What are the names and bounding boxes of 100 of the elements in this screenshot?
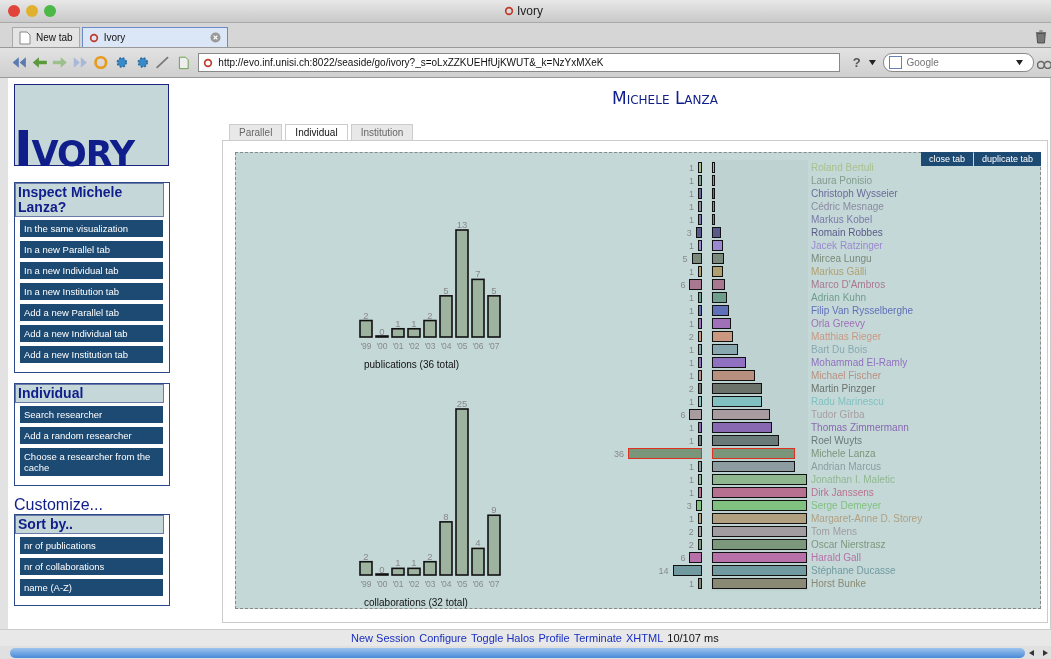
collaborator-name[interactable]: Orla Greevy <box>811 318 865 329</box>
menu-link[interactable]: In a new Parallel tab <box>19 240 164 259</box>
help-button[interactable]: ? <box>848 55 865 70</box>
year-label: '00 <box>376 579 388 589</box>
tab-action-button[interactable]: close tab <box>920 152 973 166</box>
customize-heading: Customize... <box>14 496 104 514</box>
chart-bar <box>471 547 485 576</box>
collaboration-count: 1 <box>689 188 694 199</box>
search-field[interactable]: Google <box>883 53 1035 72</box>
view-tab[interactable]: Parallel <box>229 124 283 140</box>
year-label: '03 <box>424 341 436 351</box>
chart-caption: publications (36 total) <box>363 359 461 370</box>
address-field[interactable]: http://evo.inf.unisi.ch:8022/seaside/go/ivory?_s=oLxZZKUEHfUjKWUT&_k=NzYxMXeK <box>198 53 840 72</box>
collaborator-name[interactable]: Michele Lanza <box>811 448 876 459</box>
year-label: '05 <box>456 579 468 589</box>
render-time: 10/107 ms <box>667 632 719 644</box>
browser-tab[interactable]: New tab <box>12 27 80 47</box>
collaborator-name[interactable]: Mohammad El-Ramly <box>811 357 908 368</box>
ivory-logo: Ivory <box>14 126 136 172</box>
collaboration-count: 36 <box>614 448 624 459</box>
scrollbar-thumb[interactable] <box>10 647 1025 658</box>
chart-bar <box>407 327 421 338</box>
collaborator-name[interactable]: Horst Bunke <box>811 578 867 589</box>
collaborator-name[interactable]: Laura Ponisio <box>811 175 873 186</box>
footer-link[interactable]: Configure <box>419 632 467 644</box>
footer-link[interactable]: Toggle Halos <box>470 632 535 644</box>
trash-icon[interactable] <box>1035 30 1047 44</box>
collaboration-count: 1 <box>689 487 694 498</box>
menu-link[interactable]: nr of publications <box>19 536 164 555</box>
footer-link[interactable]: New Session <box>351 632 416 644</box>
collaborator-name[interactable]: Markus Gälli <box>811 266 867 277</box>
menu-link[interactable]: Add a random researcher <box>19 426 164 445</box>
tab-action-button[interactable]: duplicate tab <box>973 152 1041 166</box>
year-label: '05 <box>456 341 468 351</box>
browser-tab[interactable]: Ivory <box>81 27 228 47</box>
collaborator-name[interactable]: Tudor Gîrba <box>811 409 865 420</box>
collaborator-name[interactable]: Mircea Lungu <box>811 253 872 264</box>
chart-bar <box>487 514 501 576</box>
value-label: 13 <box>456 219 468 230</box>
collaboration-count: 3 <box>686 227 692 238</box>
collaborator-name[interactable]: Michael Fischer <box>811 370 882 381</box>
chart-bar <box>391 567 405 576</box>
dropdown-icon[interactable] <box>867 59 877 66</box>
rewind-icon[interactable] <box>10 55 28 70</box>
view-tab[interactable]: Institution <box>350 124 414 140</box>
year-label: '07 <box>488 579 500 589</box>
collaborator-name[interactable]: Martin Pinzger <box>811 383 876 394</box>
footer-link[interactable]: Profile <box>538 632 570 644</box>
menu-link[interactable]: Search researcher <box>19 405 164 424</box>
zoom-icon[interactable] <box>44 5 56 17</box>
menu-link[interactable]: name (A-Z) <box>19 578 164 597</box>
collaborator-name[interactable]: Christoph Wysseier <box>811 188 898 199</box>
collaborator-name[interactable]: Marco D'Ambros <box>811 279 886 290</box>
back-arrow-icon[interactable] <box>30 55 49 70</box>
collaboration-count: 6 <box>680 409 686 420</box>
collaborator-name[interactable]: Oscar Nierstrasz <box>811 539 886 550</box>
menu-link[interactable]: In a new Institution tab <box>19 282 164 301</box>
collaborator-name[interactable]: Filip Van Rysselberghe <box>811 305 914 316</box>
dropdown-icon[interactable] <box>1015 59 1025 66</box>
close-icon[interactable] <box>209 32 221 43</box>
collaboration-count: 1 <box>689 214 694 225</box>
collaborator-name[interactable]: Harald Gall <box>811 552 862 563</box>
collaboration-count: 3 <box>686 500 692 511</box>
collaborator-name[interactable]: Romain Robbes <box>811 227 883 238</box>
menu-link[interactable]: In a new Individual tab <box>19 261 164 280</box>
menu-link[interactable]: In the same visualization <box>19 219 164 238</box>
year-label: '02 <box>408 341 420 351</box>
collaborator-name[interactable]: Roel Wuyts <box>811 435 862 446</box>
collaborator-name[interactable]: Markus Kobel <box>811 214 873 225</box>
collaboration-count: 1 <box>689 162 694 173</box>
collaboration-count: 1 <box>689 474 694 485</box>
collaborator-name[interactable]: Jacek Ratzinger <box>811 240 883 251</box>
menu-link[interactable]: Add a new Parallel tab <box>19 303 164 322</box>
collaborator-name[interactable]: Dirk Janssens <box>811 487 874 498</box>
close-icon[interactable] <box>8 5 20 17</box>
collaborator-name[interactable]: Andrian Marcus <box>811 461 882 472</box>
menu-link[interactable]: Add a new Institution tab <box>19 345 164 364</box>
search-input[interactable]: Google <box>906 57 1012 68</box>
year-label: '02 <box>408 579 420 589</box>
collaboration-count: 1 <box>689 513 694 524</box>
menu-title: Individual <box>15 384 164 403</box>
page-icon <box>19 30 31 45</box>
collaborator-name[interactable]: Thomas Zimmermann <box>811 422 909 433</box>
menu-link[interactable]: Add a new Individual tab <box>19 324 164 343</box>
chart-bar <box>375 335 389 338</box>
collaboration-count: 1 <box>689 435 694 446</box>
value-label: 1 <box>395 317 401 329</box>
footer-link[interactable]: Terminate <box>573 632 622 644</box>
footer-link[interactable]: XHTML <box>626 632 664 644</box>
value-label: 9 <box>491 504 497 516</box>
collaborator-name[interactable]: Stéphane Ducasse <box>811 565 896 576</box>
collaboration-count: 1 <box>689 240 694 251</box>
chart-caption: collaborations (32 total) <box>363 597 469 608</box>
view-tab[interactable]: Individual <box>285 124 348 140</box>
window-title: Ivory <box>517 4 543 18</box>
collaborator-name[interactable]: Cédric Mesnage <box>811 201 884 212</box>
chart-bar <box>439 295 453 338</box>
collaborator-name[interactable]: Adrian Kuhn <box>811 292 867 303</box>
menu-link[interactable]: nr of collaborations <box>19 557 164 576</box>
menu-link[interactable]: Choose a researcher from the cache <box>19 447 164 477</box>
